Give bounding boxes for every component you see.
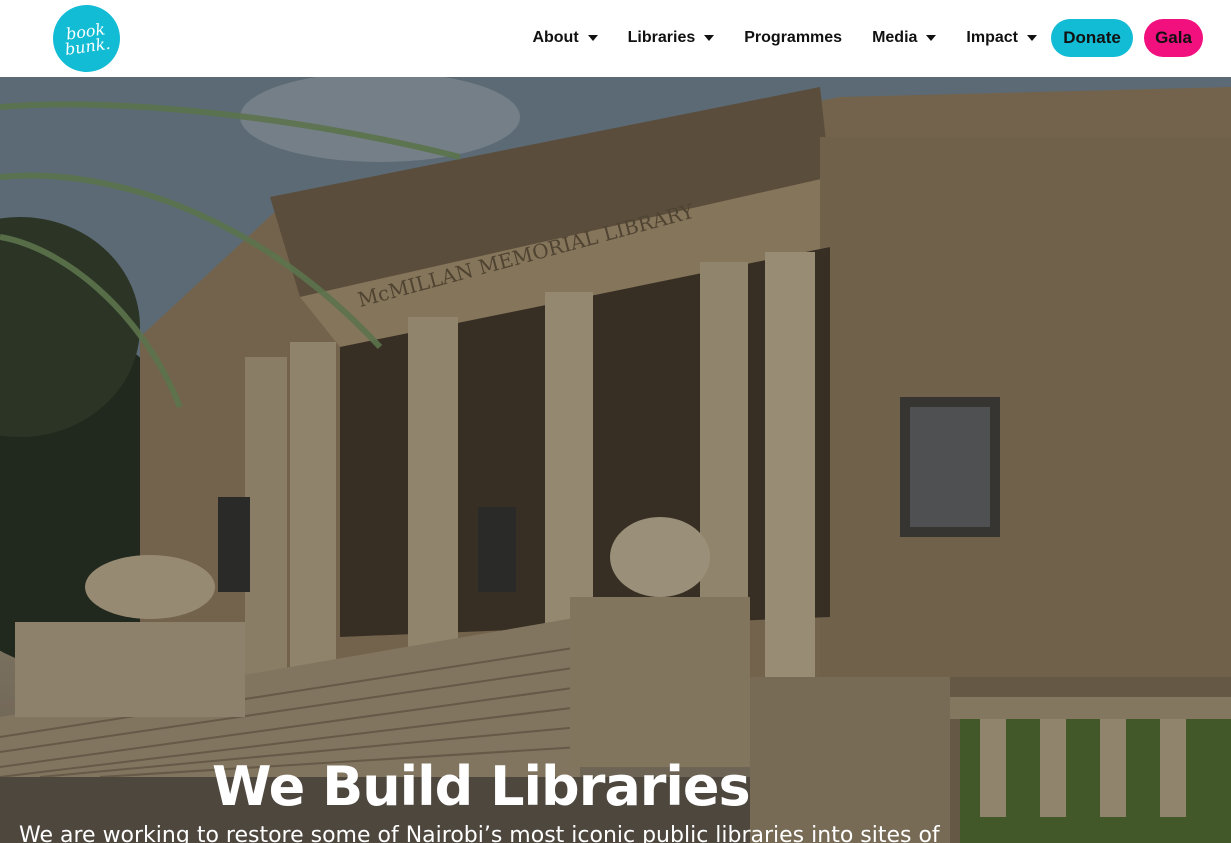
logo-text-line2: bunk. <box>63 33 112 59</box>
chevron-down-icon <box>704 35 715 41</box>
nav-item-libraries[interactable]: Libraries <box>628 29 715 47</box>
site-header: book bunk. About Libraries Programmes Me… <box>0 0 1231 77</box>
nav-label-about: About <box>532 29 579 46</box>
nav-label-programmes: Programmes <box>744 29 843 46</box>
nav-item-about[interactable]: About <box>532 29 598 47</box>
nav-label-impact: Impact <box>966 29 1018 46</box>
nav-label-media: Media <box>872 29 918 46</box>
chevron-down-icon <box>1027 35 1037 41</box>
nav-item-media[interactable]: Media <box>872 29 937 47</box>
hero-section: McMILLAN MEMORIAL LIBRARY We Build Libra… <box>0 77 1231 843</box>
hero-overlay <box>0 77 1231 843</box>
donate-button[interactable]: Donate <box>1051 19 1133 57</box>
gala-button[interactable]: Gala <box>1144 19 1203 57</box>
chevron-down-icon <box>926 35 937 41</box>
nav-label-libraries: Libraries <box>627 29 696 46</box>
bookbunk-logo[interactable]: book bunk. <box>48 0 125 77</box>
nav-item-impact[interactable]: Impact <box>966 29 1037 47</box>
hero-subtitle: We are working to restore some of Nairob… <box>19 823 940 843</box>
main-nav: About Libraries Programmes Media Impact … <box>532 19 1203 57</box>
nav-item-programmes[interactable]: Programmes <box>744 29 842 47</box>
chevron-down-icon <box>587 35 598 41</box>
hero-title: We Build Libraries <box>212 755 751 818</box>
